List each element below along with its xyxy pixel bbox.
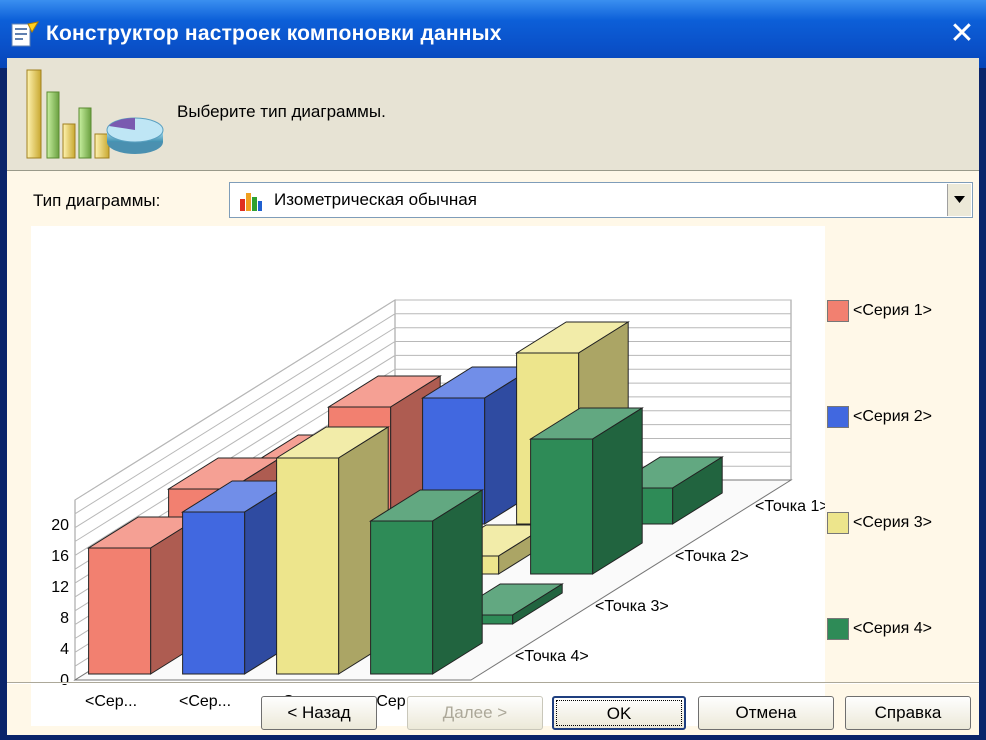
point-label: <Точка 1>: [755, 498, 825, 515]
chart-preview: 048121620<Сер...<Сер...<Сер...<Сер...<То…: [31, 226, 825, 726]
bar: [370, 520, 434, 675]
close-button[interactable]: ✕: [946, 16, 978, 52]
y-tick-label: 16: [51, 548, 69, 565]
wizard-header: Выберите тип диаграммы.: [7, 58, 979, 171]
point-label: <Точка 3>: [595, 598, 669, 615]
legend-swatch: [827, 512, 849, 534]
chart-wizard-icon: [26, 69, 164, 159]
bar: [88, 547, 152, 675]
legend-swatch: [827, 406, 849, 428]
bar: [530, 438, 594, 575]
legend-label: <Серия 2>: [853, 408, 932, 425]
isometric-bar-chart: 048121620<Сер...<Сер...<Сер...<Сер...<То…: [51, 299, 825, 710]
dropdown-arrow-button[interactable]: [947, 184, 971, 216]
category-label: <Сер...: [179, 693, 231, 710]
point-label: <Точка 4>: [515, 648, 589, 665]
legend-label: <Серия 1>: [853, 302, 932, 319]
y-tick-label: 20: [51, 517, 69, 534]
wizard-instruction: Выберите тип диаграммы.: [177, 102, 386, 121]
dialog-window: Конструктор настроек компоновки данных ✕: [0, 0, 986, 740]
point-label: <Точка 2>: [675, 548, 749, 565]
chart-legend: <Серия 1> <Серия 2> <Серия 3> <Серия 4>: [827, 226, 977, 726]
bar-side: [432, 489, 483, 675]
chart-type-select[interactable]: Изометрическая обычная: [229, 182, 973, 218]
back-button[interactable]: < Назад: [261, 696, 377, 730]
bar: [182, 511, 246, 675]
legend-label: <Серия 4>: [853, 620, 932, 637]
constructor-icon: [11, 21, 40, 47]
y-tick-label: 8: [60, 610, 69, 627]
category-label: <Сер...: [85, 693, 137, 710]
chart-type-label: Тип диаграммы:: [33, 191, 161, 210]
legend-swatch: [827, 618, 849, 640]
y-tick-label: 4: [60, 641, 69, 658]
legend-swatch: [827, 300, 849, 322]
legend-label: <Серия 3>: [853, 514, 932, 531]
next-button[interactable]: Далее >: [407, 696, 543, 730]
chart-icon: [240, 193, 262, 211]
cancel-button[interactable]: Отмена: [698, 696, 834, 730]
help-button[interactable]: Справка: [845, 696, 971, 730]
y-tick-label: 12: [51, 579, 69, 596]
dialog-body: Выберите тип диаграммы. Тип диаграммы: И…: [7, 58, 979, 735]
y-tick-label: 0: [60, 672, 69, 689]
chart-type-value: Изометрическая обычная: [274, 190, 477, 209]
bar: [276, 457, 340, 675]
window-title: Конструктор настроек компоновки данных: [46, 22, 502, 45]
footer-separator: [7, 682, 979, 684]
chevron-down-icon: [954, 196, 965, 203]
ok-button[interactable]: OK: [552, 696, 686, 730]
